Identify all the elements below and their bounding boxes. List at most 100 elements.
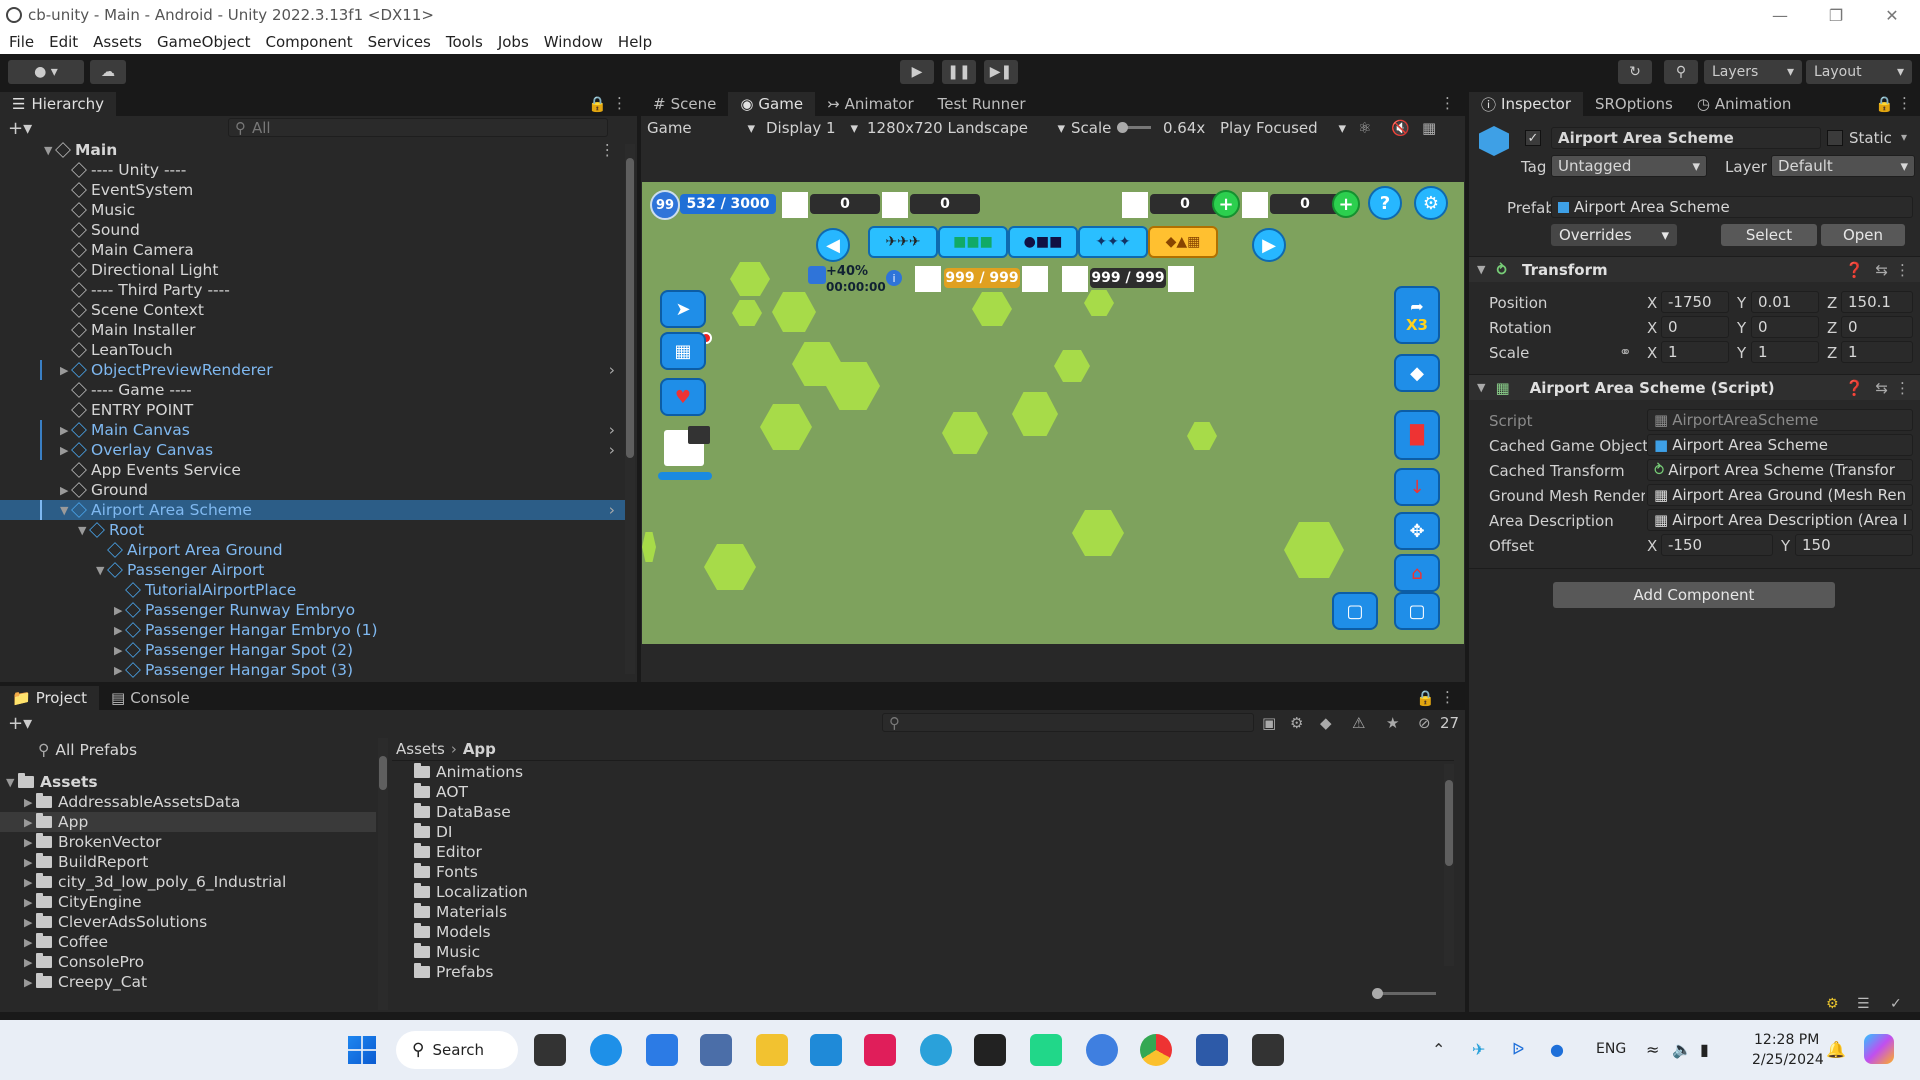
- calculator-icon[interactable]: [700, 1034, 732, 1066]
- lock-icon[interactable]: 🔒: [1416, 689, 1435, 707]
- kebab-menu-icon[interactable]: ⋮: [1440, 94, 1455, 112]
- bug-reporter-icon[interactable]: ⚙: [1826, 996, 1839, 1012]
- cache-server-icon[interactable]: ☰: [1857, 996, 1870, 1012]
- tray-app-icon[interactable]: ●: [1550, 1040, 1564, 1059]
- project-folder-item[interactable]: ▶ CityEngine: [0, 892, 376, 912]
- scrollbar-thumb[interactable]: [1445, 780, 1453, 866]
- play-button[interactable]: ▶: [900, 60, 934, 84]
- language-indicator[interactable]: ENG: [1596, 1041, 1626, 1057]
- hierarchy-item[interactable]: Airport Area Ground: [0, 540, 625, 560]
- caret-right-icon[interactable]: ▶: [24, 976, 36, 989]
- caret-right-icon[interactable]: ▶: [24, 856, 36, 869]
- breadcrumb-app[interactable]: App: [463, 740, 496, 758]
- hierarchy-item[interactable]: Scene Context: [0, 300, 625, 320]
- tab-project[interactable]: 📁 Project: [0, 686, 100, 710]
- hierarchy-scrollbar[interactable]: [625, 144, 635, 674]
- play-mode-dropdown[interactable]: Play Focused ▾: [1220, 119, 1346, 137]
- project-folder-item[interactable]: ▶ BrokenVector: [0, 832, 376, 852]
- chevron-right-icon[interactable]: ›: [609, 441, 615, 459]
- clock-time[interactable]: 12:28 PM: [1754, 1032, 1819, 1048]
- home-add-button[interactable]: ⌂: [1394, 554, 1440, 592]
- chevron-right-icon[interactable]: ›: [609, 501, 615, 519]
- project-folder-item[interactable]: ▶ Creepy_Cat: [0, 972, 376, 992]
- category-tab-planes[interactable]: ✈✈✈: [868, 226, 938, 258]
- battery-icon[interactable]: ▮: [1700, 1040, 1709, 1059]
- task-view-icon[interactable]: [534, 1034, 566, 1066]
- object-name-input[interactable]: Airport Area Scheme: [1551, 127, 1821, 149]
- tab-hierarchy[interactable]: ☰ Hierarchy: [0, 92, 116, 116]
- offset-x-field[interactable]: -150: [1661, 534, 1773, 556]
- kebab-menu-icon[interactable]: ⋮: [1897, 94, 1912, 112]
- extinguisher-button[interactable]: █: [1394, 410, 1440, 460]
- kebab-menu-icon[interactable]: ⋮: [1440, 688, 1455, 706]
- tray-telegram-icon[interactable]: ✈: [1472, 1040, 1485, 1059]
- file-list-item[interactable]: Materials: [414, 902, 507, 922]
- hierarchy-item[interactable]: ▼ Main ⋮: [0, 140, 625, 160]
- add-currency-button[interactable]: +: [1212, 190, 1240, 218]
- caret-right-icon[interactable]: ▶: [24, 896, 36, 909]
- preset-icon[interactable]: ⇆: [1875, 261, 1888, 279]
- card-add-button[interactable]: ▢: [1394, 592, 1440, 630]
- star-icon[interactable]: ★: [1386, 714, 1399, 732]
- tab-game[interactable]: ◉ Game: [728, 92, 816, 116]
- cloud-button[interactable]: ☁: [90, 60, 126, 84]
- hierarchy-item[interactable]: ▶ Passenger Hangar Spot (2): [0, 640, 625, 660]
- file-list-item[interactable]: Animations: [414, 762, 523, 782]
- hierarchy-item[interactable]: App Events Service: [0, 460, 625, 480]
- hierarchy-item[interactable]: ▼ Airport Area Scheme ›: [0, 500, 625, 520]
- menu-services[interactable]: Services: [368, 33, 431, 51]
- hierarchy-item[interactable]: ▶ Passenger Hangar Spot (3): [0, 660, 625, 680]
- search-icon[interactable]: ⚲: [1664, 60, 1698, 84]
- rocket-button[interactable]: ➤: [660, 290, 706, 328]
- menu-tools[interactable]: Tools: [446, 33, 483, 51]
- category-tab-parts[interactable]: ✦✦✦: [1078, 226, 1148, 258]
- menu-assets[interactable]: Assets: [93, 33, 142, 51]
- menu-component[interactable]: Component: [266, 33, 353, 51]
- tab-animation[interactable]: ◷ Animation: [1685, 92, 1804, 116]
- file-list-item[interactable]: Models: [414, 922, 491, 942]
- copilot-icon[interactable]: [1864, 1034, 1894, 1064]
- tag-dropdown[interactable]: Untagged ▾: [1551, 155, 1707, 177]
- category-tab-resources[interactable]: ■■■: [938, 226, 1008, 258]
- hierarchy-item[interactable]: ▼ Root: [0, 520, 625, 540]
- app-icon[interactable]: [590, 1034, 622, 1066]
- layers-dropdown[interactable]: Layers ▾: [1704, 60, 1802, 84]
- hierarchy-item[interactable]: Main Camera: [0, 240, 625, 260]
- project-folder-item[interactable]: ▶ ConsolePro: [0, 952, 376, 972]
- search-by-type-icon[interactable]: ▣: [1262, 714, 1276, 732]
- hierarchy-item[interactable]: Directional Light: [0, 260, 625, 280]
- hierarchy-item[interactable]: ---- Third Party ----: [0, 280, 625, 300]
- hierarchy-item[interactable]: ▶ Main Canvas ›: [0, 420, 625, 440]
- tab-sroptions[interactable]: SROptions: [1583, 92, 1685, 116]
- layer-dropdown[interactable]: Default ▾: [1771, 155, 1915, 177]
- download-button[interactable]: ↓: [1394, 468, 1440, 506]
- unity-editor-icon[interactable]: [1252, 1034, 1284, 1066]
- kebab-menu-icon[interactable]: ⋮: [1895, 261, 1910, 279]
- position-x-field[interactable]: -1750: [1661, 291, 1729, 313]
- search-by-label-icon[interactable]: ⚙: [1290, 714, 1303, 732]
- step-button[interactable]: ▶❚: [984, 60, 1018, 84]
- arrow-right-button[interactable]: ▶: [1252, 228, 1286, 262]
- cached-game-object-field[interactable]: ■ Airport Area Scheme: [1647, 434, 1913, 456]
- volume-icon[interactable]: 🔈: [1672, 1040, 1692, 1059]
- file-list-item[interactable]: Music: [414, 942, 480, 962]
- scale-slider[interactable]: [1117, 122, 1151, 133]
- lock-icon[interactable]: 🔒: [1875, 95, 1894, 113]
- slider-handle[interactable]: [1117, 122, 1128, 133]
- chevron-right-icon[interactable]: ›: [609, 361, 615, 379]
- bluetooth-icon[interactable]: ᐉ: [1512, 1040, 1524, 1059]
- file-list-item[interactable]: DataBase: [414, 802, 511, 822]
- icon-size-slider[interactable]: [1372, 988, 1436, 999]
- caret-right-icon[interactable]: ▶: [24, 816, 36, 829]
- hidden-packages-icon[interactable]: ⊘: [1418, 714, 1431, 732]
- tag-icon[interactable]: ◆: [1320, 714, 1332, 732]
- add-premium-button[interactable]: +: [1332, 190, 1360, 218]
- tray-chevron-up-icon[interactable]: ⌃: [1432, 1040, 1445, 1059]
- slack-icon[interactable]: [864, 1034, 896, 1066]
- transform-header[interactable]: ▼ ⥁ Transform ❓ ⇆ ⋮: [1469, 256, 1920, 282]
- slider-handle[interactable]: [1372, 988, 1383, 999]
- prefab-field[interactable]: Airport Area Scheme: [1551, 196, 1913, 218]
- hierarchy-item[interactable]: ---- Unity ----: [0, 160, 625, 180]
- caret-right-icon[interactable]: ▶: [24, 916, 36, 929]
- position-z-field[interactable]: 150.1: [1841, 291, 1913, 313]
